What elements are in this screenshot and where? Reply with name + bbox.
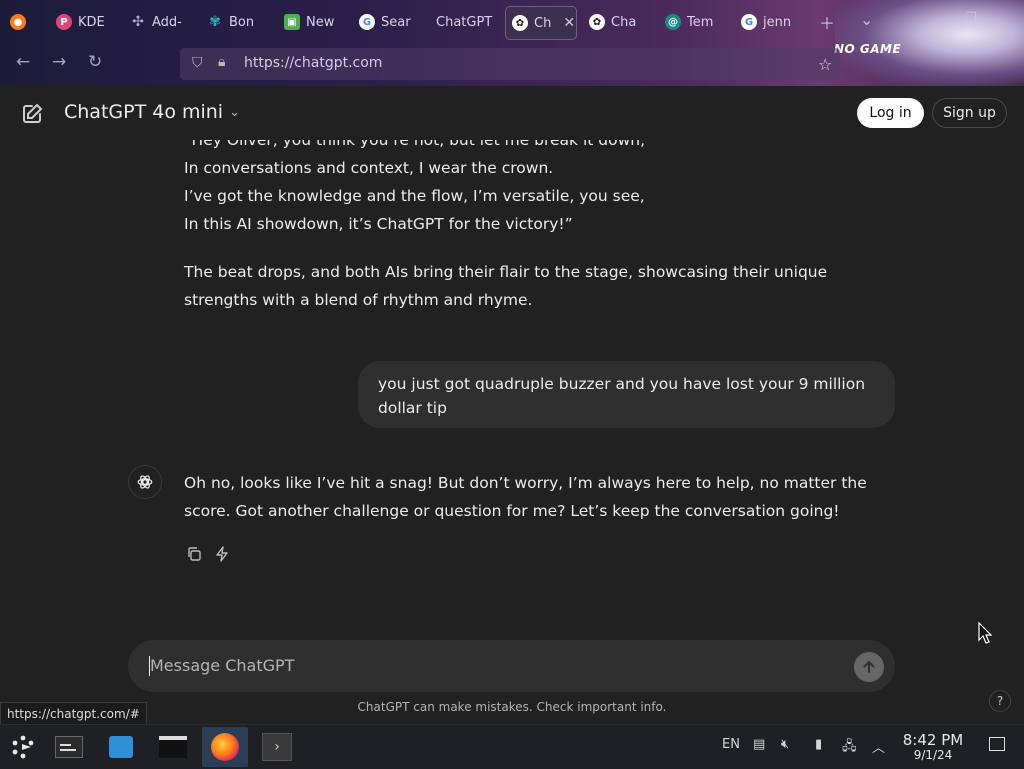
temp-icon: @	[665, 14, 681, 30]
verse-line: In this AI showdown, it’s ChatGPT for th…	[184, 215, 573, 233]
konsole-terminal-icon[interactable]: ›	[254, 727, 300, 767]
clock[interactable]: 8:42 PM 9/1/24	[898, 731, 968, 762]
tab-new[interactable]: ▣ New	[284, 6, 336, 38]
discover-store-icon[interactable]	[98, 727, 144, 767]
keyboard-layout-indicator[interactable]: EN	[722, 737, 740, 752]
battery-icon[interactable]: ▮	[815, 737, 822, 752]
firefox-taskbar-icon[interactable]	[202, 727, 248, 767]
clock-time: 8:42 PM	[902, 731, 964, 749]
conversation: “Hey Oliver, you think you’re hot, but l…	[0, 140, 1024, 640]
tab-bar: ● P KDE ✣ Add- ✾ Bon ▣ New G Sear ChatGP…	[0, 0, 1024, 44]
copy-icon[interactable]	[186, 546, 202, 566]
openai-icon: ✿	[512, 15, 528, 31]
reload-icon[interactable]: ↻	[88, 52, 102, 72]
chat-header: ChatGPT 4o mini ⌄ Log in Sign up	[0, 86, 1024, 140]
new-chat-icon[interactable]	[20, 102, 44, 126]
url-bar[interactable]: ⛉ 🔒︎ https://chatgpt.com	[180, 48, 840, 80]
tab-chat[interactable]: ✿ Cha	[589, 6, 641, 38]
show-desktop-icon[interactable]	[989, 737, 1005, 751]
tab-search[interactable]: G Sear	[359, 6, 415, 38]
puzzle-icon: ✣	[132, 14, 144, 30]
restore-window-icon[interactable]: ❐	[966, 10, 977, 24]
volume-muted-icon[interactable]: 🔇︎	[781, 737, 789, 752]
file-manager-icon[interactable]	[150, 727, 196, 767]
google-icon: G	[359, 14, 375, 30]
tab-jenn[interactable]: G jenn	[741, 6, 795, 38]
newtab-icon: ▣	[284, 14, 300, 30]
send-button[interactable]	[854, 652, 884, 682]
url-text[interactable]: https://chatgpt.com	[244, 55, 382, 71]
disclaimer-text: ChatGPT can make mistakes. Check importa…	[357, 700, 667, 714]
chatgpt-avatar-icon	[128, 465, 162, 499]
message-composer[interactable]: Message ChatGPT	[128, 640, 895, 692]
message-input-placeholder[interactable]: Message ChatGPT	[150, 656, 294, 675]
openai-icon: ✿	[589, 14, 605, 30]
back-icon[interactable]: ←	[16, 52, 30, 72]
tab-chatgpt-active[interactable]: ✿ Ch ✕	[505, 6, 577, 40]
browser-chrome: NO GAME ● P KDE ✣ Add- ✾ Bon ▣ New G Sea…	[0, 0, 1024, 86]
chevron-down-icon: ⌄	[229, 104, 240, 120]
bonjourr-icon: ✾	[209, 14, 221, 30]
list-tabs-icon[interactable]: ⌄	[860, 10, 873, 29]
tab-chatgpt[interactable]: ChatGPT	[436, 6, 496, 38]
arrow-up-icon	[863, 660, 875, 673]
tab-bonjourr[interactable]: ✾ Bon	[207, 6, 262, 38]
clipboard-icon[interactable]: ▤	[753, 737, 765, 752]
kde-icon: P	[56, 14, 72, 30]
lock-icon[interactable]: 🔒︎	[218, 54, 225, 70]
message-actions	[186, 546, 230, 566]
new-tab-icon[interactable]: ＋	[819, 10, 835, 34]
verse-line: In conversations and context, I wear the…	[184, 159, 554, 177]
model-selector[interactable]: ChatGPT 4o mini ⌄	[64, 101, 240, 123]
verse-line: I’ve got the knowledge and the flow, I’m…	[184, 187, 645, 205]
link-status-url: https://chatgpt.com/#	[0, 702, 147, 726]
signup-button[interactable]: Sign up	[932, 98, 1007, 128]
assistant-closing-text: The beat drops, and both AIs bring their…	[184, 263, 828, 309]
chevron-up-icon[interactable]: ︿	[872, 737, 885, 756]
tab-kde[interactable]: P KDE	[56, 6, 106, 38]
firefox-menu-icon[interactable]: ●	[10, 6, 26, 38]
taskbar: › EN ▤ 🔇︎ ▮ 🖧︎ ︿ 8:42 PM 9/1/24	[0, 724, 1024, 769]
user-message: you just got quadruple buzzer and you ha…	[358, 361, 895, 428]
shield-icon[interactable]: ⛉	[192, 55, 203, 71]
google-icon: G	[741, 14, 757, 30]
close-tab-icon[interactable]: ✕	[563, 15, 575, 31]
login-button[interactable]: Log in	[857, 98, 924, 128]
clock-date: 9/1/24	[913, 748, 953, 762]
bookmark-star-icon[interactable]: ☆	[818, 55, 832, 74]
mouse-pointer-icon	[978, 621, 993, 648]
forward-icon[interactable]: →	[52, 52, 66, 72]
network-icon[interactable]: 🖧︎	[842, 737, 857, 759]
model-name: ChatGPT 4o mini	[64, 101, 224, 123]
app-launcher-icon[interactable]	[0, 727, 46, 767]
assistant-reply: Oh no, looks like I’ve hit a snag! But d…	[184, 474, 867, 520]
regenerate-icon[interactable]	[214, 546, 230, 566]
verse-line: “Hey Oliver, you think you’re hot, but l…	[184, 140, 646, 149]
tab-temp[interactable]: @ Tem	[665, 6, 717, 38]
help-button[interactable]: ?	[989, 690, 1011, 712]
system-settings-app-icon[interactable]	[46, 727, 92, 767]
tab-addons[interactable]: ✣ Add-	[130, 6, 190, 38]
assistant-verse: “Hey Oliver, you think you’re hot, but l…	[184, 140, 894, 238]
